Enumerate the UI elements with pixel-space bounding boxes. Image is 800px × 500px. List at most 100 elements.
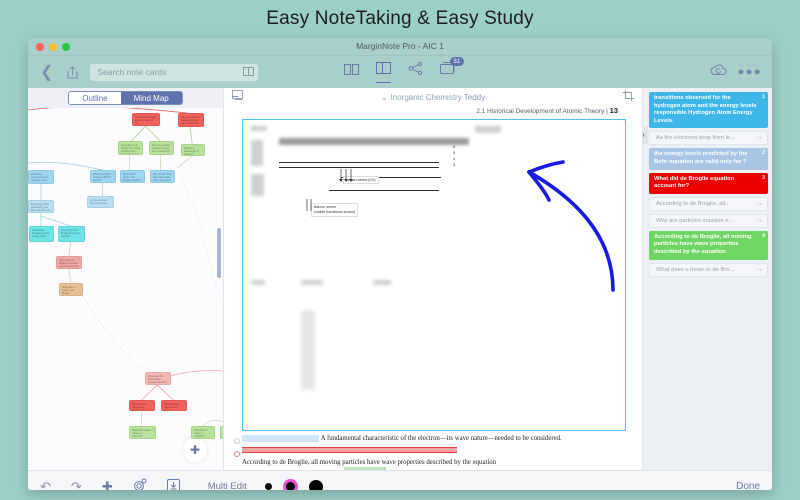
note-subcard-text: What does u mean in de Bro...: [656, 266, 735, 273]
mindmap-node-index: 18: [182, 401, 185, 404]
mindmap-node[interactable]: What does u mean in de Broglie equation?…: [59, 283, 83, 296]
mindmap-node[interactable]: That is the key point21: [220, 426, 223, 439]
mindmap-node[interactable]: According to de Broglie all moving parti…: [58, 226, 85, 242]
undo-icon[interactable]: ↶: [40, 479, 51, 491]
mindmap-node[interactable]: What does the wavefunction mean? 18: [161, 400, 187, 411]
mindmap-node-index: 15: [78, 284, 81, 287]
mindmap-node[interactable]: What does the Heisenberg principle say 17: [129, 400, 155, 411]
note-card[interactable]: the energy levels predicted by the Bohr …: [649, 148, 768, 170]
search-input[interactable]: Search note cards: [90, 63, 259, 81]
mindmap-node[interactable]: Why are particles massive enough to be v…: [149, 141, 174, 155]
view-segmented-control: Outline Mind Map: [28, 88, 223, 108]
mindmap-scrollbar[interactable]: [217, 228, 221, 278]
mindmap-node-index: 11: [109, 197, 112, 200]
mindmap-node[interactable]: What does the Rydberg constant describe …: [56, 256, 82, 269]
window-title: MarginNote Pro - AIC 1: [356, 41, 444, 51]
doc-paragraph-3: According to de Broglie, all moving part…: [242, 458, 626, 467]
export-download-icon[interactable]: [166, 478, 180, 490]
search-placeholder: Search note cards: [97, 67, 167, 77]
mindmap-node-index: 7: [112, 171, 114, 174]
small-black-dot[interactable]: [264, 483, 272, 490]
mindmap-node[interactable]: What does waves behave in quantum? 19: [129, 426, 156, 439]
mindmap-node[interactable]: What is the Bohr change in Bohr's Radius…: [90, 170, 116, 183]
mindmap-node[interactable]: What did de Broglie equation account for…: [132, 113, 160, 126]
large-black-dot[interactable]: [308, 479, 323, 490]
window-titlebar: MarginNote Pro - AIC 1: [28, 38, 772, 56]
mindmap-node-index: 17: [150, 401, 153, 404]
mindmap-node[interactable]: Why do electrons have observable wave pr…: [150, 170, 175, 183]
notebook-icon[interactable]: [232, 88, 243, 106]
study-panel-icon[interactable]: [376, 61, 391, 83]
mindmap-node-label: What is the formula used for energy leve…: [32, 228, 50, 238]
note-cards-panel[interactable]: ❯ transitions observed for the hydrogen …: [642, 88, 772, 470]
document-section-line: 2.1 Historical Development of Atomic The…: [224, 106, 642, 117]
figure-transition-arrows: [339, 169, 353, 182]
plus-icon[interactable]: ✚: [102, 479, 113, 491]
note-subcard[interactable]: According to de Broglie, all... →: [649, 196, 768, 211]
mindmap-node[interactable]: As the electrons drop from levels 11: [87, 196, 114, 208]
redo-icon[interactable]: ↷: [71, 479, 82, 491]
note-subcard[interactable]: What does u mean in de Bro... →: [649, 262, 768, 277]
gear-settings-icon[interactable]: [133, 478, 147, 490]
mindmap-node[interactable]: What does the Schrodinger equation descr…: [145, 372, 171, 385]
mindmap-node-label: What does u mean in de Broglie equation?: [123, 172, 142, 182]
doc-paragraph-1-text: A fundamental characteristic of the elec…: [320, 435, 562, 442]
red-highlight[interactable]: [242, 447, 457, 454]
crop-icon[interactable]: [623, 88, 634, 106]
mindmap-node-index: 2: [200, 114, 202, 117]
mindmap-node-label: transitions observed for the hydrogen at…: [31, 172, 49, 182]
mindmap-node-index: 10: [49, 201, 52, 204]
crop-handle-tr[interactable]: [623, 120, 625, 122]
mindmap-node[interactable]: What is the formula used for energy leve…: [29, 226, 54, 242]
mindmap-node-label: What does waves behave in quantum?: [132, 428, 151, 438]
document-text-region[interactable]: In order to explain the atom, A fundamen…: [224, 431, 642, 471]
mindmap-node[interactable]: the energy levels predicted by the Bohr …: [28, 200, 54, 213]
multi-edit-button[interactable]: Multi Edit: [208, 481, 247, 490]
mindmap-node-label: the energy levels predicted by the Bohr …: [31, 202, 51, 213]
split-panel-icon[interactable]: [243, 63, 255, 81]
mindmap-recenter-button[interactable]: ✚: [183, 438, 207, 462]
note-card[interactable]: transitions observed for the hydrogen at…: [649, 92, 768, 129]
note-marker-red[interactable]: [234, 451, 240, 457]
level-3: 3: [453, 162, 456, 167]
segment-mindmap[interactable]: Mind Map: [120, 92, 182, 104]
mindmap-node[interactable]: Why are particles massive enough to be v…: [178, 113, 204, 127]
chevron-left-icon[interactable]: ❮: [38, 62, 59, 82]
note-subcard[interactable]: Why are particles massive e... →: [649, 213, 768, 228]
note-subcard[interactable]: As the electrons drop from le... →: [649, 131, 768, 146]
mindmap-node[interactable]: What does u mean in equation? 20: [191, 426, 215, 439]
note-subcard-arrow-icon: →: [756, 134, 763, 142]
window-body: Outline Mind Map ✚ What did de Broglie e…: [28, 88, 772, 471]
mindmap-node[interactable]: According to de Broglie all moving parti…: [118, 141, 143, 155]
flashcard-icon[interactable]: 31: [440, 56, 464, 83]
note-card[interactable]: According to de Broglie, all moving part…: [649, 230, 768, 260]
note-subcard-text: Why are particles massive e...: [656, 217, 734, 224]
segment-outline[interactable]: Outline: [69, 92, 121, 104]
figure-balmer-arrows: [306, 199, 312, 211]
mindmap-node[interactable]: What is a wavelength of quantum particle…: [181, 144, 205, 156]
note-card-index: 1: [762, 94, 765, 100]
document-header: ⌄ Inorganic Chemistry Teddy: [224, 88, 642, 106]
mindmap-node-index: 4: [170, 142, 172, 145]
crop-handle-tl[interactable]: [243, 120, 245, 122]
note-card-text: the energy levels predicted by the Bohr …: [654, 151, 748, 165]
mindmap-node-icon[interactable]: [408, 61, 423, 83]
cloud-sync-icon[interactable]: [710, 63, 727, 81]
share-icon[interactable]: [59, 65, 86, 79]
mindmap-node[interactable]: transitions observed for the hydrogen at…: [28, 170, 54, 184]
note-marker-blue[interactable]: [234, 438, 240, 444]
note-card[interactable]: What did de Broglie equation account for…: [649, 172, 768, 194]
chevron-down-icon: ⌄: [380, 92, 388, 102]
figure-blur-1: [251, 126, 267, 131]
mindmap-node-index: 1: [156, 114, 158, 117]
medium-black-dot[interactable]: [285, 482, 295, 490]
collapse-panel-icon[interactable]: ❯: [643, 126, 648, 144]
document-title-wrap[interactable]: ⌄ Inorganic Chemistry Teddy: [243, 93, 623, 102]
done-button[interactable]: Done: [736, 481, 760, 490]
book-icon[interactable]: [344, 62, 359, 83]
mindmap-node[interactable]: What does u mean in de Broglie equation?…: [120, 170, 145, 183]
more-options-icon[interactable]: ●●●: [738, 66, 762, 78]
document-page[interactable]: Lyman series (UV) Balmer series (visible…: [242, 119, 626, 431]
blue-highlight[interactable]: In order to explain the atom,: [242, 435, 320, 442]
mindmap-canvas[interactable]: ✚ What did de Broglie equation account f…: [28, 108, 223, 470]
